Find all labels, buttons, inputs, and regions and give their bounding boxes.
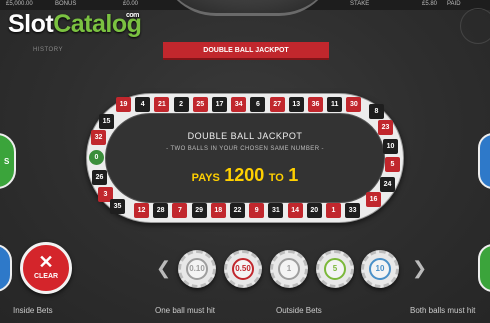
roulette-number-6[interactable]: 6: [250, 97, 266, 112]
win-value: £0.00: [123, 1, 139, 7]
roulette-number-34[interactable]: 34: [231, 97, 247, 112]
roulette-number-22[interactable]: 22: [230, 203, 245, 218]
roulette-number-17[interactable]: 17: [212, 97, 227, 112]
chip-value: 5: [324, 258, 346, 280]
roulette-number-23[interactable]: 23: [378, 120, 393, 135]
roulette-number-1[interactable]: 1: [326, 203, 341, 218]
roulette-number-7[interactable]: 7: [172, 203, 188, 218]
jackpot-title: DOUBLE BALL JACKPOT: [187, 131, 303, 141]
roulette-number-15[interactable]: 15: [99, 114, 114, 129]
right-blue-side-button[interactable]: [478, 133, 490, 189]
roulette-number-12[interactable]: 12: [134, 203, 149, 218]
roulette-number-20[interactable]: 20: [306, 203, 322, 218]
roulette-number-19[interactable]: 19: [116, 97, 131, 112]
jackpot-subtitle: - TWO BALLS IN YOUR CHOSEN SAME NUMBER -: [166, 146, 324, 152]
racetrack-center: [105, 113, 385, 203]
pays-value: 1200: [224, 165, 265, 185]
clear-button[interactable]: ✕ CLEAR: [20, 242, 72, 294]
paid-label: PAID: [447, 1, 461, 7]
emblem-icon: [460, 8, 490, 44]
side-button-label: S: [4, 157, 10, 166]
close-icon: ✕: [38, 252, 54, 272]
history-label[interactable]: HISTORY: [33, 47, 63, 53]
roulette-number-14[interactable]: 14: [287, 203, 303, 218]
outside-bets-label[interactable]: Outside Bets: [276, 306, 322, 315]
roulette-number-24[interactable]: 24: [380, 177, 395, 192]
roulette-number-13[interactable]: 13: [288, 97, 304, 112]
stake-value: £5.80: [422, 1, 438, 7]
chip-value: 0.10: [186, 258, 208, 280]
roulette-number-9[interactable]: 9: [249, 203, 265, 218]
chip-10[interactable]: 10: [361, 250, 399, 288]
chip-0-10[interactable]: 0.10: [178, 250, 216, 288]
roulette-number-27[interactable]: 27: [269, 97, 285, 112]
chip-0-50[interactable]: 0.50: [224, 250, 262, 288]
roulette-number-11[interactable]: 11: [327, 97, 343, 112]
chip-value: 1: [278, 258, 300, 280]
roulette-number-33[interactable]: 33: [345, 203, 361, 218]
roulette-number-36[interactable]: 36: [308, 97, 323, 112]
chip-value: 0.50: [232, 258, 254, 280]
balance-value: £5,000.00: [6, 1, 33, 7]
roulette-number-16[interactable]: 16: [366, 192, 381, 207]
one-ball-label: One ball must hit: [155, 306, 216, 315]
jackpot-banner: DOUBLE BALL JACKPOT: [163, 42, 329, 60]
payout-line: PAYS 1200 TO 1: [150, 165, 340, 186]
to-label: TO: [268, 172, 284, 184]
chip-1[interactable]: 1: [270, 250, 308, 288]
clear-label: CLEAR: [33, 273, 59, 280]
stake-label: STAKE: [350, 1, 370, 7]
roulette-number-35[interactable]: 35: [110, 199, 125, 214]
both-balls-label: Both balls must hit: [410, 306, 476, 315]
roulette-number-31[interactable]: 31: [268, 203, 284, 218]
chip-value: 10: [369, 258, 391, 280]
roulette-number-2[interactable]: 2: [173, 97, 189, 112]
roulette-number-21[interactable]: 21: [154, 97, 170, 112]
to-value: 1: [288, 165, 299, 185]
chip-5[interactable]: 5: [316, 250, 354, 288]
inside-bets-label[interactable]: Inside Bets: [13, 306, 53, 315]
roulette-number-26[interactable]: 26: [92, 170, 107, 185]
bonus-label: BONUS: [55, 1, 77, 7]
roulette-number-18[interactable]: 18: [210, 203, 226, 218]
roulette-number-28[interactable]: 28: [153, 203, 169, 218]
roulette-number-25[interactable]: 25: [192, 97, 208, 112]
site-logo: SlotCatalog com: [8, 10, 142, 38]
roulette-number-32[interactable]: 32: [91, 130, 106, 145]
chip-scroll-left-button[interactable]: ❮: [156, 258, 171, 279]
chip-scroll-right-button[interactable]: ❯: [412, 258, 427, 279]
roulette-number-30[interactable]: 30: [346, 97, 362, 112]
roulette-number-29[interactable]: 29: [191, 203, 207, 218]
roulette-number-8[interactable]: 8: [369, 104, 384, 119]
roulette-number-4[interactable]: 4: [135, 97, 151, 112]
roulette-number-10[interactable]: 10: [383, 139, 398, 154]
pays-label: PAYS: [191, 172, 220, 184]
right-green-side-button[interactable]: [478, 244, 490, 292]
roulette-number-5[interactable]: 5: [385, 157, 400, 172]
roulette-number-0[interactable]: 0: [89, 150, 104, 165]
